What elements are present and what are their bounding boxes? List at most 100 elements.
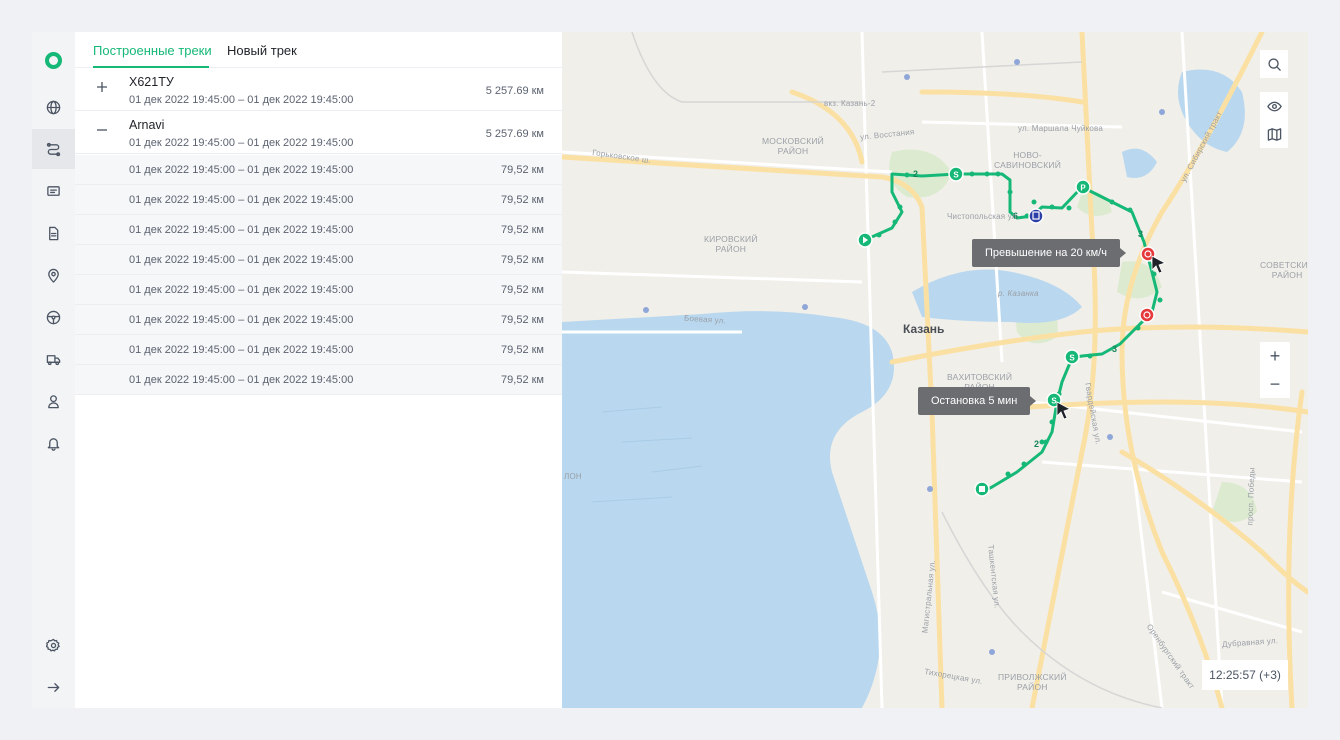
district-label: МОСКОВСКИЙ РАЙОН xyxy=(762,136,824,156)
track-range: 01 дек 2022 19:45:00 – 01 дек 2022 19:45… xyxy=(129,94,354,106)
sidebar-item-users[interactable] xyxy=(32,381,75,421)
stop-tooltip: Остановка 5 мин xyxy=(918,387,1037,415)
svg-text:S: S xyxy=(1069,354,1075,363)
track-distance: 5 257.69 км xyxy=(485,85,544,97)
segment-distance: 79,52 км xyxy=(501,224,544,236)
segment-range: 01 дек 2022 19:45:00 – 01 дек 2022 19:45… xyxy=(129,164,354,176)
map-view[interactable]: S S S P 2 6 3 3 2 Казань МОСКОВСКИЙ РАЙО… xyxy=(562,32,1308,708)
segment-distance: 79,52 км xyxy=(501,374,544,386)
sidebar-item-messages[interactable] xyxy=(32,171,75,211)
app-window: Построенные треки Новый трек Х621ТУ 01 д… xyxy=(32,32,1308,708)
segment-row[interactable]: 01 дек 2022 19:45:00 – 01 дек 2022 19:45… xyxy=(75,185,562,215)
bell-icon xyxy=(47,437,60,451)
district-label: ЛОН xyxy=(564,472,582,481)
cluster-count[interactable]: 3 xyxy=(1138,229,1143,239)
segment-range: 01 дек 2022 19:45:00 – 01 дек 2022 19:45… xyxy=(129,284,354,296)
sidebar-item-vehicles[interactable] xyxy=(32,339,75,379)
segment-row[interactable]: 01 дек 2022 19:45:00 – 01 дек 2022 19:45… xyxy=(75,215,562,245)
track-name: Х621ТУ xyxy=(129,75,174,89)
svg-text:P: P xyxy=(1080,184,1086,193)
track-distance: 5 257.69 км xyxy=(485,128,544,140)
location-pin-icon xyxy=(48,268,59,283)
water-label: р. Казанка xyxy=(998,289,1039,298)
segment-distance: 79,52 км xyxy=(501,344,544,356)
eye-icon xyxy=(1266,101,1282,111)
globe-icon xyxy=(46,100,61,114)
segment-distance: 79,52 км xyxy=(501,314,544,326)
segment-distance: 79,52 км xyxy=(501,254,544,266)
track-name: Arnavi xyxy=(129,118,165,132)
route-icon xyxy=(46,142,61,156)
speeding-marker[interactable] xyxy=(1139,307,1155,323)
stop-marker[interactable]: S xyxy=(948,166,964,182)
map-canvas[interactable]: S S S P xyxy=(562,32,1308,708)
map-clock: 12:25:57 (+3) xyxy=(1202,660,1288,690)
district-label: КИРОВСКИЙ РАЙОН xyxy=(704,234,758,254)
sidebar-item-globe[interactable] xyxy=(32,87,75,127)
segment-range: 01 дек 2022 19:45:00 – 01 дек 2022 19:45… xyxy=(129,254,354,266)
logo-icon[interactable] xyxy=(45,52,62,69)
parking-marker[interactable]: P xyxy=(1075,179,1091,195)
sidebar xyxy=(32,32,75,708)
sidebar-item-geozones[interactable] xyxy=(32,255,75,295)
station-label: вкз. Казань-2 xyxy=(824,99,876,108)
track-row-x621tu[interactable]: Х621ТУ 01 дек 2022 19:45:00 – 01 дек 202… xyxy=(75,68,562,111)
minus-icon xyxy=(97,129,107,131)
message-icon xyxy=(47,185,60,196)
map-visibility-button[interactable] xyxy=(1260,92,1288,120)
arrow-right-icon xyxy=(47,682,60,692)
zoom-in-button[interactable]: + xyxy=(1260,342,1290,370)
segment-row[interactable]: 01 дек 2022 19:45:00 – 01 дек 2022 19:45… xyxy=(75,305,562,335)
document-icon xyxy=(49,226,59,240)
segment-range: 01 дек 2022 19:45:00 – 01 дек 2022 19:45… xyxy=(129,344,354,356)
sidebar-item-tracks[interactable] xyxy=(32,129,75,169)
tracks-panel: Построенные треки Новый трек Х621ТУ 01 д… xyxy=(75,32,562,708)
stop-marker[interactable]: S xyxy=(1064,349,1080,365)
search-icon xyxy=(1267,57,1281,71)
street-label: Чистопольская ул. xyxy=(947,212,1020,221)
zoom-out-button[interactable]: − xyxy=(1260,370,1290,398)
expand-toggle[interactable] xyxy=(95,80,109,94)
sidebar-item-collapse[interactable] xyxy=(32,667,75,707)
district-label: НОВО- САВИНОВСКИЙ xyxy=(994,150,1062,170)
track-range: 01 дек 2022 19:45:00 – 01 дек 2022 19:45… xyxy=(129,137,354,149)
segment-row[interactable]: 01 дек 2022 19:45:00 – 01 дек 2022 19:45… xyxy=(75,365,562,395)
collapse-toggle[interactable] xyxy=(95,123,109,137)
city-label: Казань xyxy=(903,322,945,336)
cluster-count[interactable]: 3 xyxy=(1112,344,1117,354)
segment-range: 01 дек 2022 19:45:00 – 01 дек 2022 19:45… xyxy=(129,314,354,326)
segment-range: 01 дек 2022 19:45:00 – 01 дек 2022 19:45… xyxy=(129,224,354,236)
cluster-count[interactable]: 2 xyxy=(1034,439,1039,449)
sidebar-item-drivers[interactable] xyxy=(32,297,75,337)
user-icon xyxy=(48,394,59,408)
finish-marker[interactable] xyxy=(974,481,990,497)
map-layers-button[interactable] xyxy=(1260,120,1288,148)
segment-row[interactable]: 01 дек 2022 19:45:00 – 01 дек 2022 19:45… xyxy=(75,245,562,275)
svg-text:S: S xyxy=(1051,397,1057,406)
segment-row[interactable]: 01 дек 2022 19:45:00 – 01 дек 2022 19:45… xyxy=(75,335,562,365)
sidebar-item-settings[interactable] xyxy=(32,625,75,665)
sidebar-item-notifications[interactable] xyxy=(32,423,75,463)
track-row-arnavi[interactable]: Arnavi 01 дек 2022 19:45:00 – 01 дек 202… xyxy=(75,111,562,154)
sidebar-item-reports[interactable] xyxy=(32,213,75,253)
segment-row[interactable]: 01 дек 2022 19:45:00 – 01 дек 2022 19:45… xyxy=(75,155,562,185)
fuel-marker[interactable] xyxy=(1028,208,1044,224)
tab-built-tracks[interactable]: Построенные треки xyxy=(93,43,212,58)
cursor-icon xyxy=(1151,255,1167,274)
cluster-count[interactable]: 2 xyxy=(913,169,918,179)
segment-range: 01 дек 2022 19:45:00 – 01 дек 2022 19:45… xyxy=(129,374,354,386)
district-label: СОВЕТСКИЙ РАЙОН xyxy=(1260,260,1308,280)
segment-distance: 79,52 км xyxy=(501,284,544,296)
map-icon xyxy=(1267,127,1281,141)
segment-distance: 79,52 км xyxy=(501,164,544,176)
tab-new-track[interactable]: Новый трек xyxy=(227,43,297,58)
street-label: ул. Маршала Чуйкова xyxy=(1018,124,1104,133)
segment-distance: 79,52 км xyxy=(501,194,544,206)
svg-text:S: S xyxy=(953,171,959,180)
district-label: ПРИВОЛЖСКИЙ РАЙОН xyxy=(998,672,1067,692)
tabs-bar: Построенные треки Новый трек xyxy=(75,32,562,68)
start-marker[interactable] xyxy=(857,232,873,248)
map-search-button[interactable] xyxy=(1260,50,1288,78)
segment-row[interactable]: 01 дек 2022 19:45:00 – 01 дек 2022 19:45… xyxy=(75,275,562,305)
zoom-control: + − xyxy=(1260,342,1290,398)
